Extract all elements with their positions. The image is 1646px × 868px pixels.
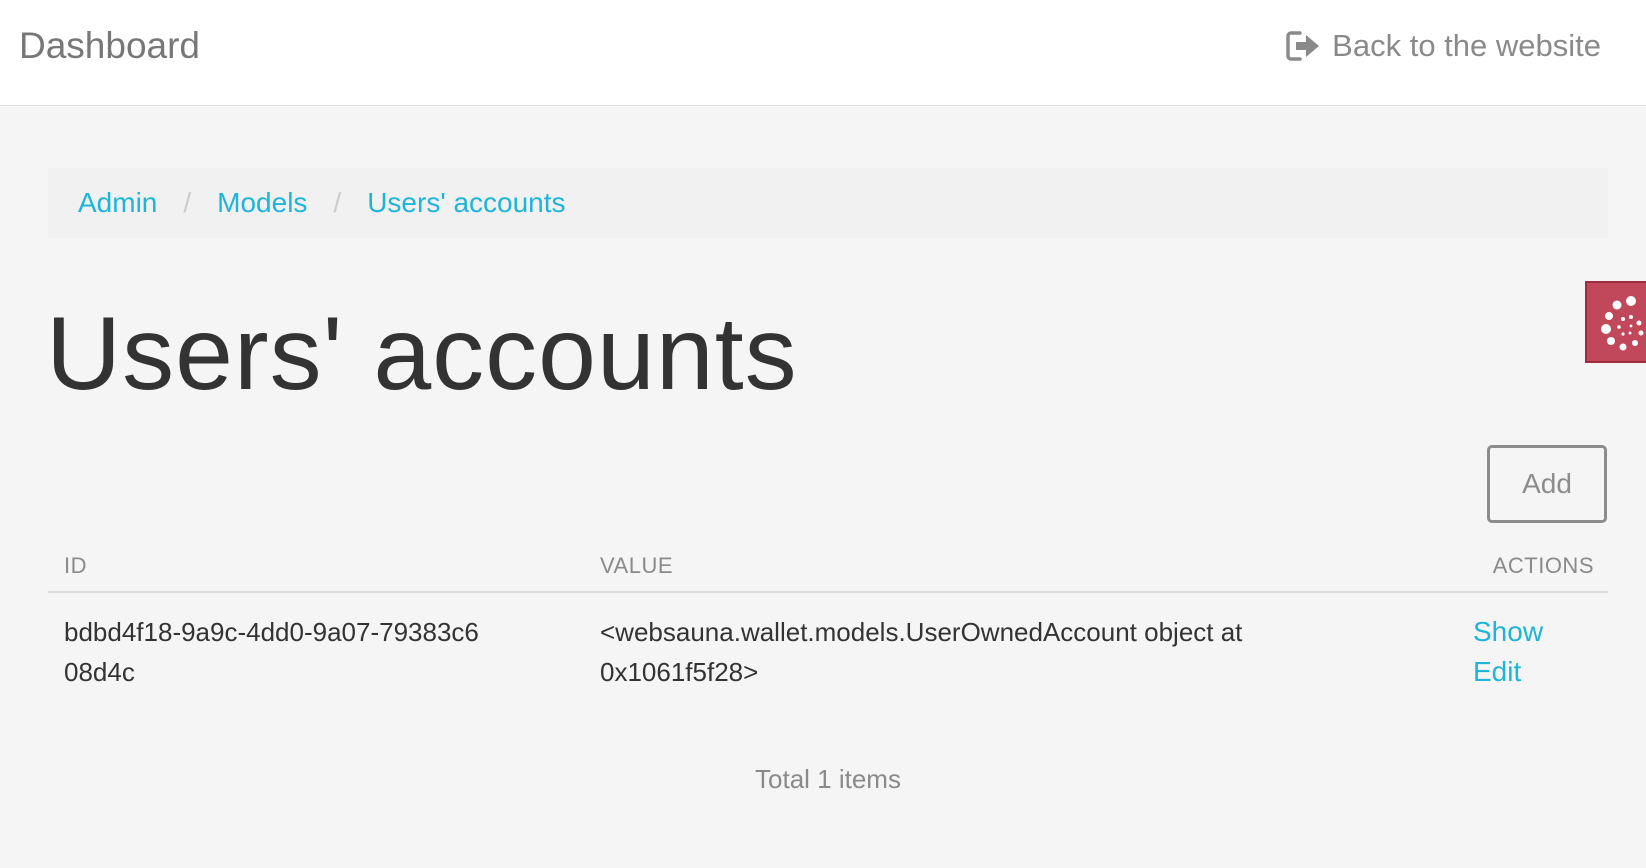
dashboard-brand-link[interactable]: Dashboard <box>19 24 200 68</box>
breadcrumb-separator: / <box>183 187 192 218</box>
breadcrumb-admin[interactable]: Admin <box>78 187 157 219</box>
sign-out-icon <box>1286 30 1322 62</box>
column-header-value[interactable]: VALUE <box>600 553 673 579</box>
add-button[interactable]: Add <box>1487 445 1607 523</box>
show-link[interactable]: Show <box>1473 612 1543 652</box>
back-to-website-label: Back to the website <box>1332 28 1601 63</box>
top-navbar: Dashboard Back to the website <box>0 0 1646 106</box>
breadcrumb-separator: / <box>333 187 342 218</box>
table-row: bdbd4f18-9a9c-4dd0-9a07-79383c608d4c <we… <box>48 612 1608 704</box>
breadcrumb-users-accounts[interactable]: Users' accounts <box>367 187 565 219</box>
total-items-text: Total 1 items <box>755 764 901 794</box>
column-header-id[interactable]: ID <box>64 553 87 579</box>
page-title: Users' accounts <box>46 296 798 412</box>
cell-value: <websauna.wallet.models.UserOwnedAccount… <box>600 617 1243 687</box>
cell-actions: Show Edit <box>1473 612 1543 692</box>
breadcrumb: Admin / Models / Users' accounts <box>48 168 1608 238</box>
table-header: ID VALUE ACTIONS <box>48 543 1608 593</box>
cell-id: bdbd4f18-9a9c-4dd0-9a07-79383c608d4c <box>64 617 479 687</box>
column-header-actions: ACTIONS <box>1492 553 1594 578</box>
edit-link[interactable]: Edit <box>1473 652 1543 692</box>
spiral-dots-icon <box>1601 296 1644 351</box>
breadcrumb-models[interactable]: Models <box>217 187 307 219</box>
back-to-website-link[interactable]: Back to the website <box>1286 26 1601 66</box>
debug-toolbar-toggle[interactable] <box>1585 281 1646 363</box>
